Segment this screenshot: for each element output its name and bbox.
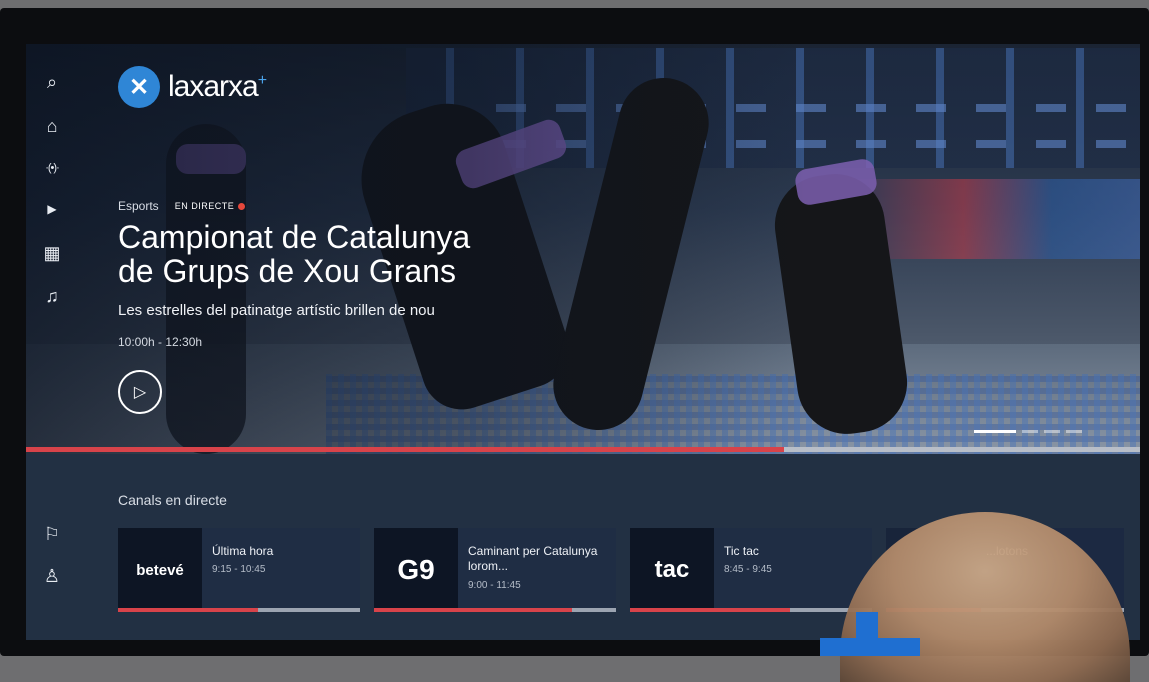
headphones-icon[interactable]: ♫ xyxy=(40,284,64,308)
live-broadcast-icon[interactable]: ·(•)· xyxy=(40,156,64,180)
play-button[interactable]: ▷ xyxy=(118,370,162,414)
hero-category: Esports xyxy=(118,199,159,213)
carousel-dot[interactable] xyxy=(1066,430,1082,433)
hero-time: 10:00h - 12:30h xyxy=(118,335,203,349)
hero-meta: Esports EN DIRECTE xyxy=(118,199,246,213)
live-badge-label: EN DIRECTE xyxy=(174,201,235,211)
channel-progress-fill xyxy=(374,608,573,612)
channel-program-time: 9:00 - 11:45 xyxy=(468,580,521,591)
hero-banner[interactable]: ✕ laxarxa+ Esports EN DIRECTE Campionat … xyxy=(26,44,1140,454)
video-icon[interactable]: ▶ xyxy=(40,197,64,221)
brand-logo[interactable]: ✕ laxarxa+ xyxy=(118,66,267,108)
logo-mark-icon: ✕ xyxy=(118,66,160,108)
channel-progress-fill xyxy=(630,608,790,612)
live-channels-heading: Canals en directe xyxy=(118,492,227,508)
live-dot-icon xyxy=(238,202,246,210)
bookmark-icon[interactable]: ⚐ xyxy=(40,522,64,546)
channel-logo: betevé xyxy=(118,528,202,612)
channel-program-name: Tic tac xyxy=(724,544,759,558)
carousel-indicator[interactable] xyxy=(974,430,1082,433)
carousel-dot[interactable] xyxy=(1022,430,1038,433)
user-icon[interactable]: ♙ xyxy=(40,564,64,588)
hero-subtitle: Les estrelles del patinatge artístic bri… xyxy=(118,302,435,319)
hero-title-line: de Grups de Xou Grans xyxy=(118,253,456,289)
logo-text: laxarxa xyxy=(168,70,259,103)
home-icon[interactable]: ⌂ xyxy=(40,114,64,138)
carousel-dot[interactable] xyxy=(974,430,1016,433)
channel-program-time: 8:45 - 9:45 xyxy=(724,564,772,575)
live-badge: EN DIRECTE xyxy=(175,201,246,211)
sidebar: ⌕ ⌂ ·(•)· ▶ ▦ ♫ ⚐ ♙ xyxy=(26,44,78,640)
channel-program-name: Caminant per Catalunya lorom... xyxy=(468,544,598,573)
plus-symbol-horizontal xyxy=(820,638,920,656)
channel-progress-bar xyxy=(374,608,616,612)
channel-program-name: Última hora xyxy=(212,544,274,558)
grid-icon[interactable]: ▦ xyxy=(40,241,64,265)
channel-progress-bar xyxy=(118,608,360,612)
carousel-dot[interactable] xyxy=(1044,430,1060,433)
hero-title: Campionat de Catalunya de Grups de Xou G… xyxy=(118,220,538,288)
play-icon: ▷ xyxy=(133,384,147,401)
hero-progress-bar xyxy=(26,447,1140,452)
search-icon[interactable]: ⌕ xyxy=(40,70,64,94)
channel-card[interactable]: tac Tic tac 8:45 - 9:45 xyxy=(630,528,872,612)
channel-logo: G9 xyxy=(374,528,458,612)
channel-card[interactable]: betevé Última hora 9:15 - 10:45 xyxy=(118,528,360,612)
channel-logo: tac xyxy=(630,528,714,612)
hero-title-line: Campionat de Catalunya xyxy=(118,219,471,255)
logo-wordmark: laxarxa+ xyxy=(168,70,267,104)
channel-card[interactable]: G9 Caminant per Catalunya lorom... 9:00 … xyxy=(374,528,616,612)
logo-plus: + xyxy=(257,72,267,89)
channel-progress-fill xyxy=(118,608,259,612)
plus-symbol-overlay xyxy=(820,612,920,656)
channel-program-time: 9:15 - 10:45 xyxy=(212,564,266,575)
hero-progress-fill xyxy=(26,447,784,452)
